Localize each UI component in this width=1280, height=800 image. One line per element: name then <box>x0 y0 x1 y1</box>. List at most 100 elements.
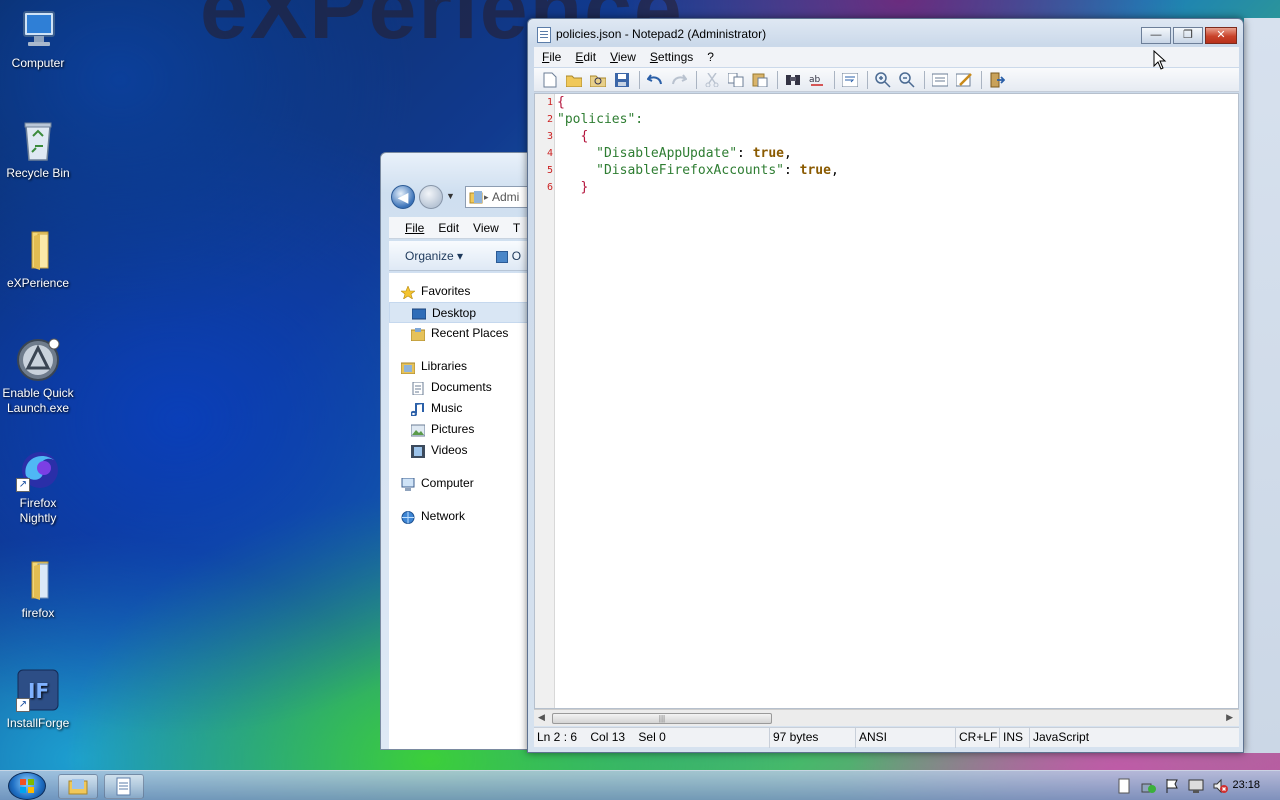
open-button[interactable]: O <box>496 249 521 263</box>
desktop-icon-enable-quick-launch[interactable]: Enable Quick Launch.exe <box>0 338 76 416</box>
browse-button[interactable] <box>588 70 608 90</box>
notification-document-icon[interactable] <box>1116 778 1132 794</box>
status-position-cell: Ln 2 : 6 Col 13 Sel 0 <box>534 728 770 748</box>
explorer-window[interactable]: ◀ ▼ ▸ Admi File Edit View T Organize ▾ O… <box>380 152 535 750</box>
line-number: 2 <box>546 114 553 125</box>
nav-pictures[interactable]: Pictures <box>389 419 531 440</box>
menu-file[interactable]: File <box>542 47 561 67</box>
address-text: Admi <box>492 190 520 204</box>
organize-button[interactable]: Organize ▾ <box>405 249 463 263</box>
volume-muted-icon[interactable] <box>1212 778 1228 794</box>
zoom-out-button[interactable] <box>897 70 917 90</box>
desktop-icon-label: InstallForge <box>6 716 70 730</box>
copy-icon <box>728 72 744 87</box>
explorer-toolbar: Organize ▾ O <box>389 241 531 271</box>
copy-button[interactable] <box>726 70 746 90</box>
exit-button[interactable] <box>987 70 1007 90</box>
status-language: JavaScript <box>1033 730 1090 744</box>
word-wrap-icon <box>842 72 858 87</box>
save-button[interactable] <box>612 70 632 90</box>
display-icon[interactable] <box>1188 778 1204 794</box>
svg-text:IF: IF <box>28 679 49 703</box>
nav-music[interactable]: Music <box>389 398 531 419</box>
desktop-icon-recycle-bin[interactable]: Recycle Bin <box>0 118 76 181</box>
recent-pages-dropdown-icon[interactable]: ▼ <box>446 191 455 201</box>
scroll-left-icon[interactable]: ◀ <box>538 712 545 723</box>
redo-icon <box>672 73 687 84</box>
cut-button[interactable] <box>702 70 722 90</box>
maximize-button[interactable]: ❐ <box>1173 27 1203 44</box>
menu-help[interactable]: ? <box>707 47 714 67</box>
close-button[interactable]: ✕ <box>1205 27 1237 44</box>
status-line-endings: CR+LF <box>956 728 1000 748</box>
desktop-icon-label: firefox <box>21 606 55 620</box>
menu-tools[interactable]: T <box>513 217 520 238</box>
menu-view[interactable]: View <box>473 217 499 238</box>
customize-scheme-button[interactable] <box>954 70 974 90</box>
word-wrap-button[interactable] <box>840 70 860 90</box>
new-file-icon <box>543 72 557 87</box>
music-icon <box>410 401 425 417</box>
paste-button[interactable] <box>750 70 770 90</box>
notepad2-window[interactable]: policies.json - Notepad2 (Administrator)… <box>527 18 1244 753</box>
computer-icon <box>401 477 415 491</box>
desktop-icon-label: Enable Quick Launch.exe <box>2 386 74 415</box>
forward-button[interactable] <box>419 185 443 209</box>
desktop-icon-computer[interactable]: Computer <box>0 8 76 71</box>
start-button[interactable] <box>8 772 46 800</box>
editor-area[interactable]: 1 2 3 4 5 6 { "policies": { "DisableAppU… <box>534 93 1239 709</box>
desktop-icon-firefox-folder[interactable]: firefox <box>0 558 76 621</box>
zoom-in-button[interactable] <box>873 70 893 90</box>
action-center-flag-icon[interactable] <box>1164 778 1180 794</box>
minimize-button[interactable]: — <box>1141 27 1171 44</box>
paste-icon <box>752 73 768 87</box>
scrollbar-thumb[interactable]: ||| <box>552 713 772 724</box>
code-line: { <box>557 95 565 110</box>
scheme-button[interactable] <box>930 70 950 90</box>
replace-icon: ab <box>809 75 823 86</box>
code-line: "DisableFirefoxAccounts": true, <box>557 162 839 179</box>
star-icon <box>400 285 416 300</box>
json-key: "DisableAppUpdate" <box>596 146 738 161</box>
nav-videos[interactable]: Videos <box>389 440 531 461</box>
horizontal-scrollbar[interactable]: ◀ ||| ▶ <box>534 709 1239 726</box>
nav-recent-places[interactable]: Recent Places <box>389 323 531 344</box>
desktop-icon-label: Firefox Nightly <box>19 496 57 525</box>
open-file-button[interactable] <box>564 70 584 90</box>
new-file-button[interactable] <box>540 70 560 90</box>
redo-button[interactable] <box>669 70 689 90</box>
menu-edit[interactable]: Edit <box>438 217 459 238</box>
find-button[interactable] <box>783 70 803 90</box>
status-encoding: ANSI <box>856 728 956 748</box>
desktop-icon-label: Computer <box>11 56 65 70</box>
folder-icon <box>68 779 88 795</box>
address-input[interactable]: ▸ Admi <box>465 186 535 208</box>
scroll-right-icon[interactable]: ▶ <box>1226 712 1233 723</box>
desktop-icon <box>411 307 427 320</box>
menu-file[interactable]: File <box>405 217 424 238</box>
taskbar-explorer-button[interactable] <box>58 774 98 799</box>
installforge-icon: IF ↗ <box>16 668 60 712</box>
nav-network[interactable]: Network <box>389 506 531 527</box>
desktop-icon-firefox-nightly[interactable]: ↗ Firefox Nightly <box>0 448 76 526</box>
network-status-icon[interactable] <box>1140 778 1156 794</box>
nav-computer[interactable]: Computer <box>389 473 531 494</box>
nav-libraries[interactable]: Libraries <box>389 356 531 377</box>
customize-scheme-icon <box>956 72 972 86</box>
desktop-icon-installforge[interactable]: IF ↗ InstallForge <box>0 668 76 731</box>
menu-settings[interactable]: Settings <box>650 47 693 67</box>
undo-button[interactable] <box>645 70 665 90</box>
menu-view[interactable]: View <box>610 47 636 67</box>
nav-favorites[interactable]: Favorites <box>389 281 531 302</box>
mouse-cursor-icon <box>1153 49 1167 73</box>
nav-documents[interactable]: Documents <box>389 377 531 398</box>
replace-button[interactable]: ab <box>807 70 827 90</box>
taskbar-notepad2-button[interactable] <box>104 774 144 799</box>
menu-edit[interactable]: Edit <box>575 47 596 67</box>
taskbar-clock[interactable]: 23:18 <box>1232 779 1260 791</box>
nav-desktop[interactable]: Desktop <box>389 302 531 323</box>
quick-launch-app-icon <box>16 338 60 382</box>
documents-icon <box>411 381 425 396</box>
desktop-icon-experience-folder[interactable]: eXPerience <box>0 228 76 291</box>
back-button[interactable]: ◀ <box>391 185 415 209</box>
